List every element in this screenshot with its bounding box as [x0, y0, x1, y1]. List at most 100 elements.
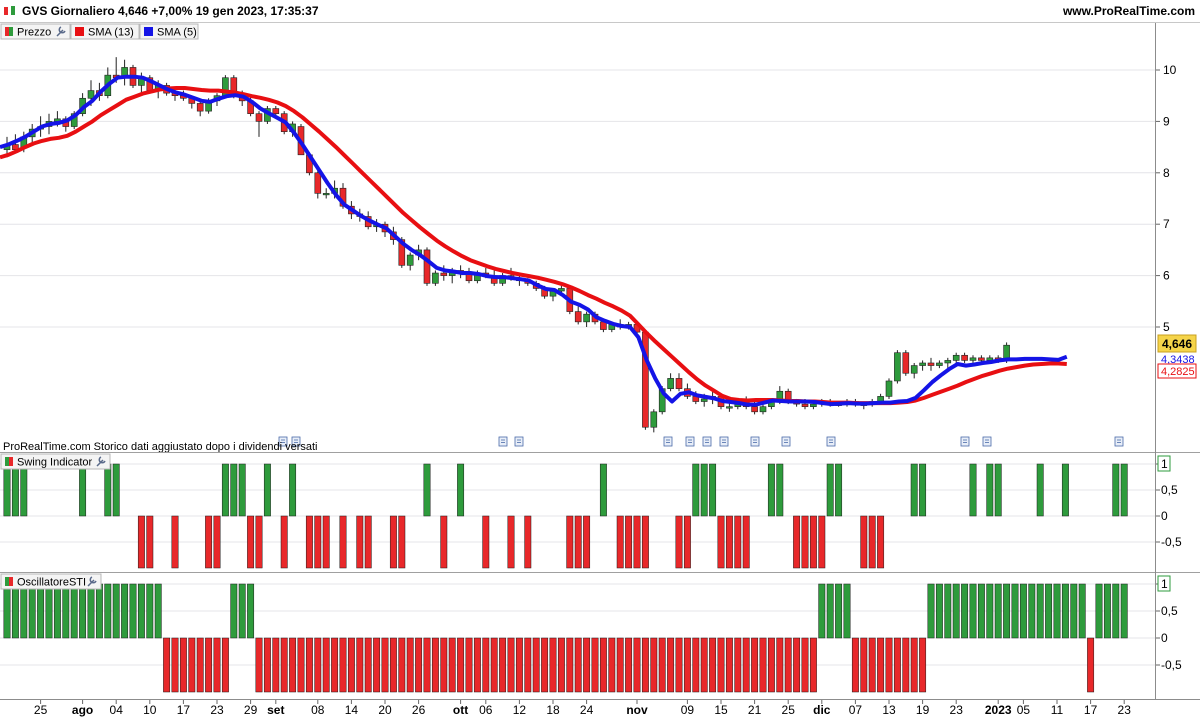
candle-body	[919, 362, 926, 366]
candle-body	[314, 172, 322, 194]
date-label: 18	[546, 703, 560, 717]
sti-bar	[885, 637, 893, 693]
swing-legend: Swing Indicator	[0, 453, 111, 470]
swing-bar	[919, 463, 927, 517]
sti-bar	[247, 583, 255, 639]
swing-y-axis: 1 0,5 0 -0,5	[1155, 455, 1182, 549]
swing-bar	[79, 463, 87, 517]
price-tick-label: 9	[1163, 114, 1170, 128]
sti-bar	[45, 583, 53, 639]
price-tags: 4,646 4,3438 4,2825	[1157, 334, 1197, 379]
swing-bar	[910, 463, 918, 517]
document-icon[interactable]	[702, 436, 712, 447]
document-icon[interactable]	[826, 436, 836, 447]
sti-bar	[112, 583, 120, 639]
swing-bar	[482, 515, 490, 569]
date-label: nov	[626, 703, 648, 717]
sti-bar	[776, 637, 784, 693]
sti-bar	[919, 637, 927, 693]
sti-bar	[322, 637, 330, 693]
sti-bar	[961, 583, 969, 639]
candle-body	[700, 398, 708, 402]
date-label: 26	[412, 703, 426, 717]
sti-bar	[734, 637, 742, 693]
date-label: 23	[1118, 703, 1132, 717]
price-tick-label: 10	[1163, 63, 1177, 77]
swing-bar	[440, 515, 448, 569]
document-icon[interactable]	[514, 436, 524, 447]
sti-bar	[742, 637, 750, 693]
swing-bar	[860, 515, 868, 569]
swing-bar	[835, 463, 843, 517]
sti-bar	[213, 637, 221, 693]
candle-body	[910, 365, 918, 374]
swing-bar	[305, 515, 313, 569]
document-icon[interactable]	[719, 436, 729, 447]
sti-bar	[406, 637, 414, 693]
chart-canvas: 1098765 ProRealTime.com Storico dati agg…	[0, 23, 1200, 717]
swing-bar	[793, 515, 801, 569]
sti-bar	[339, 637, 347, 693]
swing-bar	[314, 515, 322, 569]
swing-bar	[1120, 463, 1128, 517]
sti-bar	[524, 637, 532, 693]
sti-bar	[238, 583, 246, 639]
candle-body	[759, 406, 767, 413]
sti-bar	[532, 637, 540, 693]
swing-bar	[230, 463, 238, 517]
sti-bar	[482, 637, 490, 693]
price-tick-label: 5	[1163, 320, 1170, 334]
document-icon[interactable]	[982, 436, 992, 447]
price-legend: Prezzo SMA (13) SMA (5)	[0, 23, 199, 40]
sti-bar	[87, 583, 95, 639]
sti-bar	[826, 583, 834, 639]
sti-bar	[381, 637, 389, 693]
document-icon[interactable]	[685, 436, 695, 447]
sti-bar	[549, 637, 557, 693]
candle-body	[255, 113, 263, 122]
sti-bar	[431, 637, 439, 693]
sti-bar	[591, 637, 599, 693]
sti-bar	[230, 583, 238, 639]
document-icon[interactable]	[498, 436, 508, 447]
document-icon[interactable]	[663, 436, 673, 447]
swing-bar	[205, 515, 213, 569]
swing-bar	[289, 463, 297, 517]
date-label: 08	[311, 703, 325, 717]
date-label: 12	[513, 703, 527, 717]
sti-bar	[986, 583, 994, 639]
sti-bar	[658, 637, 666, 693]
swing-bar	[356, 515, 364, 569]
sti-bar	[818, 583, 826, 639]
sti-bar	[809, 637, 817, 693]
swing-bar	[734, 515, 742, 569]
document-icon[interactable]	[1114, 436, 1124, 447]
price-panel: 10 9 8 7 6 5 ProRealTime.com Storico dati agg…	[0, 23, 1197, 453]
document-icon[interactable]	[781, 436, 791, 447]
document-icon[interactable]	[750, 436, 760, 447]
swing-bar	[877, 515, 885, 569]
sti-bar	[717, 637, 725, 693]
sti-bar	[104, 583, 112, 639]
sti-bar	[625, 637, 633, 693]
swing-bar	[625, 515, 633, 569]
candle-body	[440, 272, 448, 276]
sti-bar	[1019, 583, 1027, 639]
sti-bar	[79, 583, 87, 639]
sti-bar	[767, 637, 775, 693]
sti-bar	[725, 637, 733, 693]
sti-bar	[314, 637, 322, 693]
sti-bar	[20, 583, 28, 639]
swing-bar	[566, 515, 574, 569]
document-icon[interactable]	[960, 436, 970, 447]
swing-bar	[616, 515, 624, 569]
swing-bar	[11, 463, 19, 517]
sti-bar	[784, 637, 792, 693]
sti-bar	[297, 637, 305, 693]
sti-bar	[1103, 583, 1111, 639]
sti-bar	[1120, 583, 1128, 639]
date-label: 09	[681, 703, 695, 717]
sti-bar	[1053, 583, 1061, 639]
sma13-price-tag: 4,2825	[1161, 366, 1195, 378]
sti-bar	[893, 637, 901, 693]
